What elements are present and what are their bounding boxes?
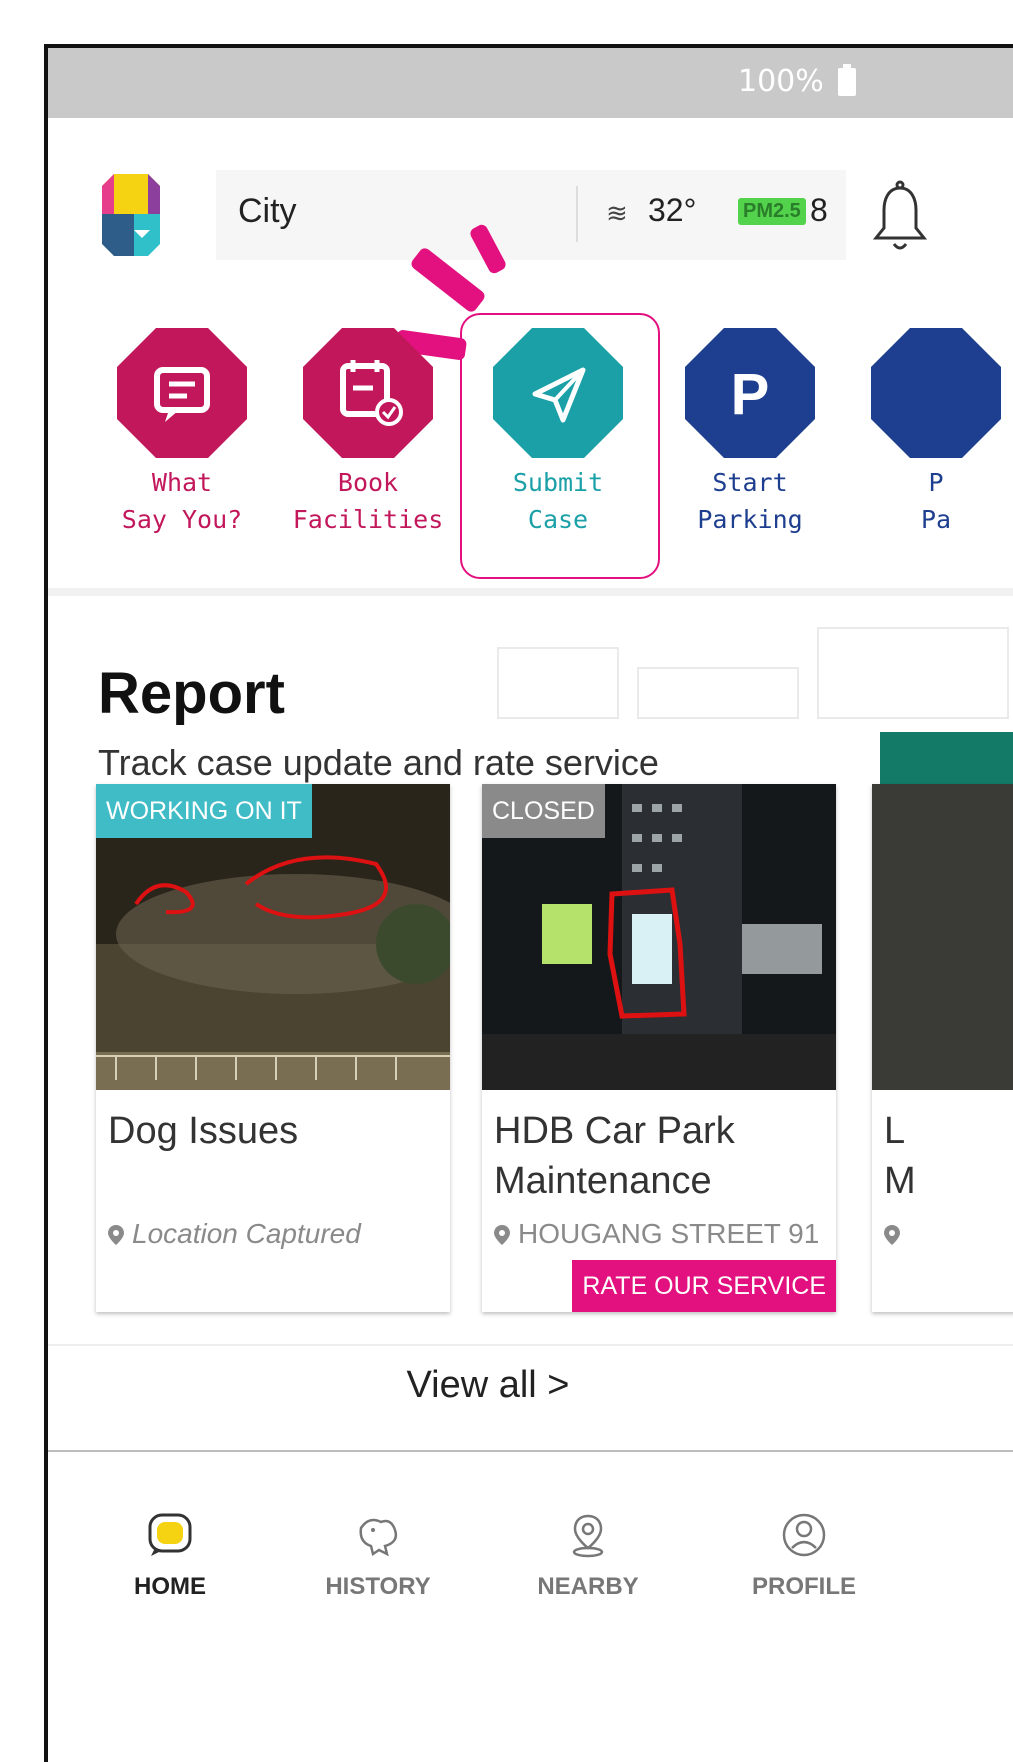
- report-title: Report: [98, 661, 285, 726]
- map-pin-icon: [108, 1225, 124, 1245]
- nav-history[interactable]: HISTORY: [298, 1512, 458, 1601]
- view-all-link[interactable]: View all >: [48, 1364, 928, 1407]
- profile-icon: [782, 1513, 826, 1557]
- location-label: City: [238, 192, 297, 230]
- quick-action-start-parking[interactable]: P Start Parking: [670, 328, 830, 538]
- home-chat-icon: [148, 1513, 192, 1556]
- case-location: [884, 1218, 908, 1250]
- status-bar: 100%: [48, 48, 1013, 118]
- case-photo: [872, 784, 1013, 1090]
- nav-profile[interactable]: PROFILE: [724, 1512, 884, 1601]
- location-weather-bar[interactable]: City ≋ 32° PM2.5 8: [216, 170, 846, 260]
- report-subtitle: Track case update and rate service: [98, 742, 659, 783]
- quick-action-what-say-you[interactable]: What Say You?: [102, 328, 262, 538]
- nav-label: HISTORY: [325, 1573, 431, 1600]
- parking-icon: P: [685, 328, 815, 458]
- rate-our-service-button[interactable]: RATE OUR SERVICE: [572, 1260, 836, 1312]
- case-title: Dog Issues: [108, 1110, 299, 1152]
- case-card[interactable]: WORKING ON IT Dog Issues Location Captur…: [96, 784, 450, 1312]
- nav-label: PROFILE: [751, 1573, 856, 1600]
- nav-home[interactable]: HOME: [90, 1512, 250, 1601]
- quick-action-submit-case[interactable]: Submit Case: [478, 328, 638, 538]
- bottom-nav: HOME HISTORY NEARBY PROFILE: [48, 1450, 1013, 1762]
- case-title: L M: [884, 1110, 916, 1202]
- quick-action-book-facilities[interactable]: Book Facilities: [288, 328, 448, 538]
- nav-nearby[interactable]: NEARBY: [508, 1512, 668, 1601]
- pm-badge: PM2.5: [738, 198, 806, 225]
- status-badge: CLOSED: [482, 784, 605, 838]
- case-location-text: Location Captured: [132, 1218, 361, 1249]
- nav-label: HOME: [134, 1573, 206, 1600]
- case-card[interactable]: CLOSED RATE OUR SERVICE HDB Car Park Mai…: [482, 784, 836, 1312]
- quick-action-label: Book Facilities: [292, 468, 444, 534]
- case-title: HDB Car Park Maintenance: [494, 1110, 735, 1202]
- app-logo-icon[interactable]: [90, 174, 172, 256]
- section-divider: [48, 1344, 1013, 1346]
- quick-action-pay-parking[interactable]: P Pa: [856, 328, 1013, 538]
- quick-action-label: Start Parking: [697, 468, 803, 534]
- case-location: Location Captured: [108, 1218, 361, 1250]
- battery-percentage: 100%: [738, 64, 824, 99]
- building-sketch-background: [497, 627, 1009, 719]
- pm-value: 8: [810, 192, 828, 228]
- message-icon: [117, 328, 247, 458]
- quick-actions: What Say You? Book Facilities Submit Cas…: [48, 222, 1013, 588]
- history-lion-icon: [359, 1518, 398, 1557]
- battery-icon: [838, 64, 856, 96]
- map-pin-icon: [494, 1225, 510, 1245]
- quick-action-label: What Say You?: [121, 468, 243, 534]
- quick-action-label: Submit Case: [512, 468, 604, 534]
- bell-icon[interactable]: [870, 178, 930, 258]
- parking-icon: [871, 328, 1001, 458]
- temperature: 32°: [648, 192, 697, 228]
- case-location-text: HOUGANG STREET 91: [518, 1218, 820, 1249]
- nav-label: NEARBY: [537, 1573, 639, 1600]
- map-pin-icon: [572, 1514, 604, 1558]
- divider: [576, 186, 578, 242]
- case-location: HOUGANG STREET 91: [494, 1218, 819, 1250]
- status-badge: WORKING ON IT: [96, 784, 312, 838]
- section-divider: [48, 588, 1013, 596]
- map-pin-icon: [884, 1225, 900, 1245]
- svg-text:P: P: [731, 362, 770, 427]
- phone-screen: 100% City ≋ 32° PM2.5 8 What Say You? Bo…: [44, 44, 1013, 1762]
- quick-action-label: P Pa: [920, 468, 952, 534]
- calendar-check-icon: [303, 328, 433, 458]
- app-header: City ≋ 32° PM2.5 8: [48, 118, 1013, 260]
- case-card[interactable]: L M: [872, 784, 1013, 1312]
- send-icon: [493, 328, 623, 458]
- wind-icon: ≋: [606, 198, 628, 228]
